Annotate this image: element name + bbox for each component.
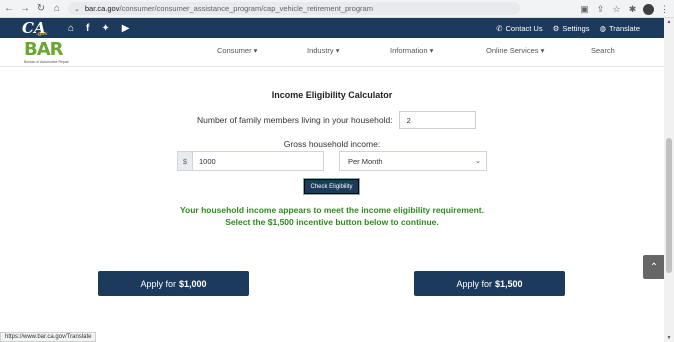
top-header: CA .gov ⌂ f ✦ ▶ ✆ Contact Us ⚙ Settings …	[0, 18, 664, 38]
gear-icon: ⚙	[552, 23, 560, 33]
nav-item-search[interactable]: Search	[591, 46, 615, 55]
ca-gov-logo[interactable]: CA .gov	[22, 19, 58, 37]
result-line-2: Select the $1,500 incentive button below…	[225, 217, 439, 227]
chevron-up-icon: ⌃	[649, 261, 659, 273]
scroll-down-arrow-icon[interactable]: ▼	[664, 335, 674, 341]
apply-1500-prefix: Apply for	[456, 278, 492, 289]
star-icon[interactable]: ☆	[611, 4, 622, 15]
nav-item-industry[interactable]: Industry ▾	[307, 46, 340, 55]
translate-label: Translate	[609, 23, 640, 33]
ca-logo-sub: .gov	[36, 31, 48, 37]
share-icon[interactable]: ⇪	[595, 4, 606, 15]
currency-addon: $	[177, 151, 193, 171]
gross-income-label: Gross household income:	[283, 139, 381, 149]
browser-status-bar: https://www.bar.ca.gov/Translate	[0, 332, 97, 342]
browser-toolbar: ← → ↻ ⌂ ⌄ bar.ca.gov/consumer/consumer_a…	[0, 0, 674, 18]
address-bar[interactable]: ⌄ bar.ca.gov/consumer/consumer_assistanc…	[68, 2, 520, 15]
apply-1000-button[interactable]: Apply for $1,000	[98, 271, 249, 296]
forward-arrow-icon[interactable]: →	[18, 2, 32, 16]
globe-icon: ◍	[599, 23, 606, 33]
check-eligibility-button[interactable]: Check Eligibility	[303, 178, 360, 195]
apply-1000-prefix: Apply for	[140, 278, 176, 289]
nav-item-consumer[interactable]: Consumer ▾	[217, 46, 257, 55]
chevron-down-icon[interactable]: ⌄	[74, 5, 80, 13]
apply-1500-button[interactable]: Apply for $1,500	[414, 271, 565, 296]
facebook-icon[interactable]: f	[86, 23, 89, 34]
page-scrollbar[interactable]: ▲ ▼	[664, 18, 674, 342]
scroll-to-top-button[interactable]: ⌃	[643, 255, 665, 279]
home-icon[interactable]: ⌂	[50, 2, 64, 16]
header-utilities: ✆ Contact Us ⚙ Settings ◍ Translate	[496, 18, 640, 38]
family-members-row: Number of family members living in your …	[197, 111, 476, 129]
scroll-up-arrow-icon[interactable]: ▲	[664, 19, 674, 25]
twitter-icon[interactable]: ✦	[101, 23, 109, 34]
social-links: ⌂ f ✦ ▶	[68, 23, 129, 34]
contact-us-link[interactable]: ✆ Contact Us	[496, 24, 542, 33]
home-icon[interactable]: ⌂	[68, 23, 74, 34]
translate-link[interactable]: ◍ Translate	[599, 24, 640, 33]
scrollbar-thumb[interactable]	[666, 138, 672, 273]
settings-link[interactable]: ⚙ Settings	[553, 24, 590, 33]
income-amount-input[interactable]: 1000	[193, 151, 324, 171]
browser-extensions: ▣ ⇪ ☆ ✱ ⋮	[579, 2, 670, 16]
chat-icon: ✆	[496, 23, 503, 33]
apply-1000-amount: $1,000	[179, 278, 207, 289]
nav-item-online-services[interactable]: Online Services ▾	[486, 46, 544, 55]
apply-1500-amount: $1,500	[495, 278, 523, 289]
url-host: bar.ca.gov	[84, 4, 120, 13]
url-path: /consumer/consumer_assistance_program/ca…	[119, 4, 373, 13]
family-members-input[interactable]: 2	[398, 111, 476, 129]
puzzle-icon[interactable]: ✱	[627, 4, 638, 15]
back-arrow-icon[interactable]: ←	[2, 2, 16, 16]
contact-us-label: Contact Us	[505, 23, 543, 33]
settings-label: Settings	[562, 23, 590, 33]
eligibility-result-message: Your household income appears to meet th…	[0, 204, 664, 228]
profile-avatar[interactable]	[643, 3, 654, 15]
result-line-1: Your household income appears to meet th…	[179, 205, 484, 215]
nav-item-information[interactable]: Information ▾	[390, 46, 433, 55]
youtube-icon[interactable]: ▶	[122, 23, 130, 34]
chevron-down-icon: ⌄	[475, 158, 481, 165]
income-period-value: Per Month	[348, 156, 383, 166]
calculator-title: Income Eligibility Calculator	[271, 90, 393, 100]
income-input-group: $ 1000	[177, 151, 324, 171]
main-navigation: BAR Bureau of Automotive Repair Consumer…	[0, 38, 664, 67]
screenshot-icon[interactable]: ▣	[579, 4, 590, 15]
reload-icon[interactable]: ↻	[34, 2, 48, 16]
income-period-select[interactable]: Per Month ⌄	[339, 151, 487, 171]
family-members-label: Number of family members living in your …	[197, 115, 393, 125]
kebab-menu-icon[interactable]: ⋮	[659, 4, 670, 15]
